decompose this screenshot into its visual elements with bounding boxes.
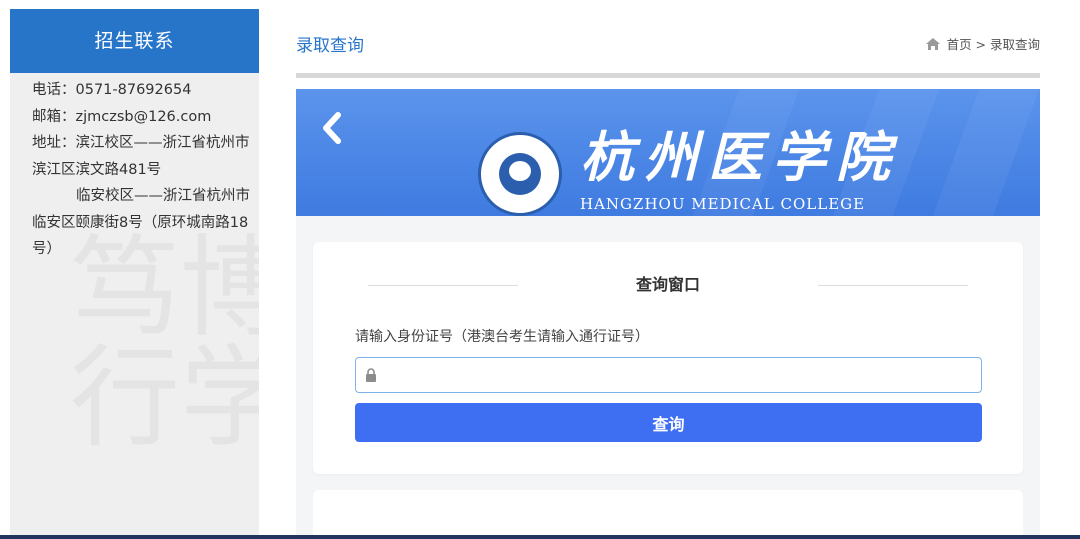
query-button[interactable]: 查询 (355, 403, 982, 442)
card-title-row: 查询窗口 (313, 272, 1023, 298)
title-divider (296, 73, 1040, 78)
college-name-cn: 杭州医学院 (580, 125, 900, 189)
contact-phone: 电话：0571-87692654 (32, 82, 192, 98)
bottom-bar (0, 535, 1080, 539)
breadcrumb-text[interactable]: 首页 > 录取查询 (947, 34, 1040, 53)
query-card: 查询窗口 请输入身份证号（港澳台考生请输入通行证号） 查询 (313, 242, 1023, 474)
lock-icon (366, 368, 376, 382)
chevron-left-icon[interactable] (318, 111, 346, 145)
id-number-input[interactable] (386, 358, 976, 392)
calligraphy-watermark: 博学笃行 (51, 229, 259, 449)
sidebar-title: 招生联系 (10, 9, 259, 73)
id-input-wrapper[interactable] (355, 357, 982, 393)
page-title: 录取查询 (296, 36, 364, 56)
college-seal-logo (478, 132, 562, 216)
id-input-label: 请输入身份证号（港澳台考生请输入通行证号） (355, 329, 649, 345)
college-name-en: HANGZHOU MEDICAL COLLEGE (580, 195, 866, 213)
contact-info: 电话：0571-87692654 邮箱：zjmczsb@126.com 地址：滨… (10, 73, 259, 263)
sidebar: 招生联系 电话：0571-87692654 邮箱：zjmczsb@126.com… (10, 9, 259, 535)
contact-address-line1: 地址：滨江校区——浙江省杭州市 (32, 135, 250, 151)
main-content: 录取查询 首页 > 录取查询 杭州医学院 HANGZHOU MEDICAL CO… (272, 9, 1070, 535)
home-icon (925, 37, 940, 50)
contact-address-line3: 临安校区——浙江省杭州市 (76, 188, 250, 204)
title-bar: 录取查询 首页 > 录取查询 (296, 31, 1040, 61)
breadcrumb[interactable]: 首页 > 录取查询 (925, 34, 1040, 53)
contact-address-line2: 滨江区滨文路481号 (32, 161, 162, 178)
contact-address-line5: 号） (32, 241, 61, 257)
college-banner: 杭州医学院 HANGZHOU MEDICAL COLLEGE (296, 89, 1040, 216)
result-card (313, 490, 1023, 535)
contact-email: 邮箱：zjmczsb@126.com (32, 108, 212, 125)
query-frame: 杭州医学院 HANGZHOU MEDICAL COLLEGE 查询窗口 请输入身… (296, 89, 1040, 535)
contact-address-line4: 临安区颐康街8号（原环城南路18 (32, 214, 249, 231)
title-rule-right (818, 285, 968, 286)
page: 招生联系 电话：0571-87692654 邮箱：zjmczsb@126.com… (0, 0, 1080, 539)
